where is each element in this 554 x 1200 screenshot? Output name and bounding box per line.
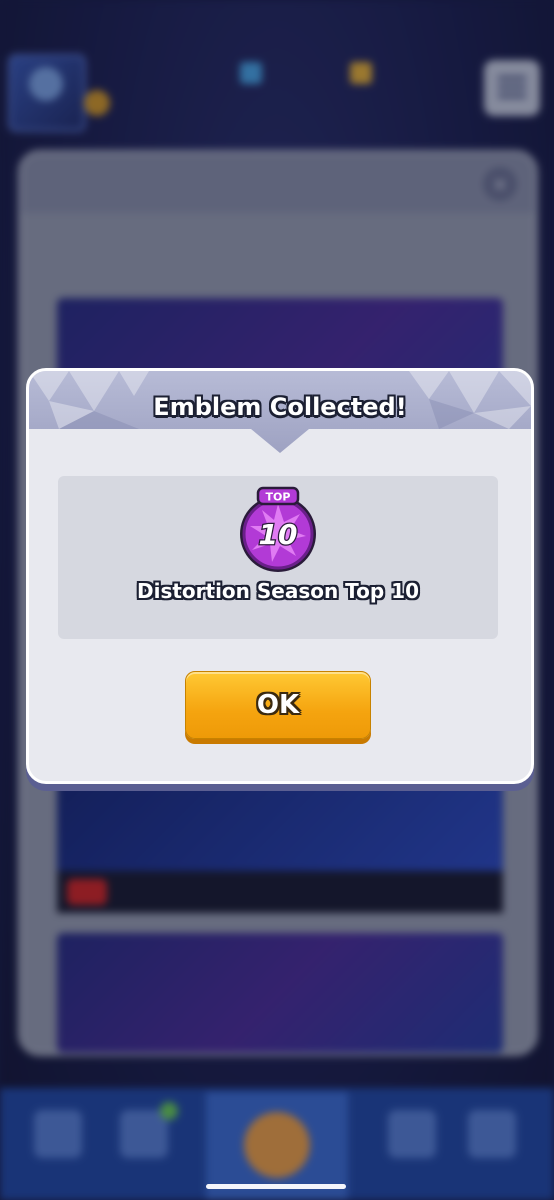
emblem-badge-label: TOP [266,491,291,504]
home-indicator[interactable] [206,1184,346,1189]
emblem-badge-number: 10 [259,518,298,551]
emblem-name: Distortion Season Top 10 [136,579,420,603]
dialog-title: Emblem Collected! [153,393,407,421]
ok-button[interactable]: OK [185,671,371,739]
emblem-collected-dialog: Emblem Collected! TOP 10 Distortion Seas… [26,368,534,784]
emblem-content-box: TOP 10 Distortion Season Top 10 [58,476,498,639]
top-10-emblem-icon: TOP 10 [240,486,316,572]
